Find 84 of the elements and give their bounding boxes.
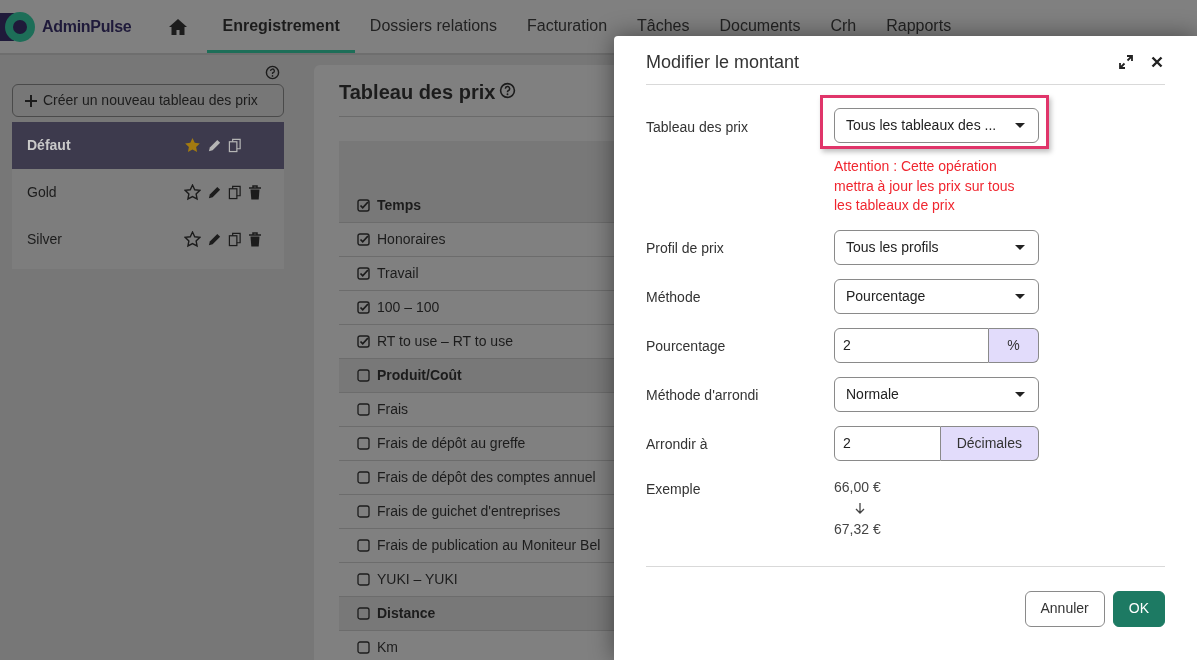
pencil-icon[interactable] [207,232,222,247]
star-icon[interactable] [184,137,201,154]
plus-icon[interactable] [25,94,37,107]
expand-icon[interactable] [1119,55,1133,69]
nav-tab[interactable]: Crh [815,0,872,34]
input-field[interactable]: 2 [834,327,989,363]
checkbox[interactable] [357,607,370,620]
caret-icon[interactable] [1015,293,1025,299]
row-label: Frais de guichet d'entreprises [377,502,561,521]
nav-tab[interactable]: Facturation [512,0,623,34]
row-label: Honoraires [377,230,446,249]
star-icon[interactable] [184,231,201,248]
row-label: Frais de dépôt au greffe [377,434,526,453]
field-label: Profil de prix [646,238,725,258]
nav-tab[interactable]: Dossiers relations [354,0,512,34]
row-label: 100 – 100 [377,298,440,317]
checkbox[interactable] [357,437,370,450]
example-value: 67,32 € [834,519,881,539]
group-label: Temps [377,196,422,215]
checkbox[interactable] [357,369,370,382]
checkbox[interactable] [357,641,370,654]
field-label: Exemple [646,479,702,499]
caret-icon[interactable] [1015,391,1025,397]
create-price-table-button[interactable]: Créer un nouveau tableau des prix [12,84,284,117]
group-label: Produit/Coût [377,366,462,385]
home-icon[interactable] [169,17,188,36]
checkbox[interactable] [357,505,370,518]
pencil-icon[interactable] [207,185,222,200]
row-label: YUKI – YUKI [377,570,458,589]
help-icon[interactable] [265,65,280,80]
row-label: Frais [377,400,409,419]
row-label: Km [377,638,398,657]
warning-message: Attention : Cette opération mettra à jour les prix sur tous les tableaux de prix [834,157,1016,215]
field-label: Méthode d'arrondi [646,385,760,405]
close-icon[interactable] [1151,56,1163,68]
copy-icon[interactable] [228,138,242,153]
field-label: Méthode [646,287,702,307]
caret-icon[interactable] [1015,244,1025,250]
example-value: 66,00 € [834,477,881,497]
price-table-item[interactable]: Gold [12,169,284,216]
group-label: Distance [377,604,436,623]
star-icon[interactable] [184,184,201,201]
field-label: Pourcentage [646,336,727,356]
nav-tab[interactable]: Tâches [622,0,705,34]
input-field[interactable]: 2 [834,425,941,461]
price-table-item[interactable]: Silver [12,216,284,263]
copy-icon[interactable] [228,185,242,200]
checkbox[interactable] [357,233,370,246]
checkbox[interactable] [357,199,370,212]
row-label: RT to use – RT to use [377,332,513,351]
copy-icon[interactable] [228,232,242,247]
checkbox[interactable] [357,267,370,280]
help-icon[interactable] [499,82,517,99]
nav-tab[interactable]: Enregistrement [207,0,355,53]
checkbox[interactable] [357,471,370,484]
dropdown[interactable]: Tous les profils [834,229,1039,265]
checkbox[interactable] [357,301,370,314]
brand-name: AdminPulse [42,16,132,37]
checkbox[interactable] [357,335,370,348]
field-label: Arrondir à [646,434,709,454]
row-label: Frais de dépôt des comptes annuel [377,468,596,487]
unit-label: Décimales [940,425,1039,461]
pencil-icon[interactable] [207,138,222,153]
trash-icon[interactable] [248,185,262,200]
caret-icon[interactable] [1015,123,1025,128]
dropdown[interactable]: Tous les tableaux des ... [834,108,1039,143]
checkbox[interactable] [357,573,370,586]
ok-button[interactable]: OK [1112,590,1165,627]
row-label: Frais de publication au Moniteur Bel [377,536,601,555]
trash-icon[interactable] [248,232,262,247]
nav-tab[interactable]: Documents [704,0,816,34]
cancel-button[interactable]: Annuler [1024,590,1105,627]
row-label: Travail [377,264,419,283]
unit-label: % [989,327,1039,363]
checkbox[interactable] [357,403,370,416]
dialog-title: Modifier le montant [646,50,800,74]
page-title: Tableau des prix [339,79,496,105]
nav-tab[interactable]: Rapports [871,0,967,34]
dropdown[interactable]: Normale [834,376,1039,412]
field-label: Tableau des prix [646,118,749,137]
down-arrow-icon [855,502,865,514]
price-table-item[interactable]: Défaut [12,122,284,169]
checkbox[interactable] [357,539,370,552]
dropdown[interactable]: Pourcentage [834,278,1039,314]
